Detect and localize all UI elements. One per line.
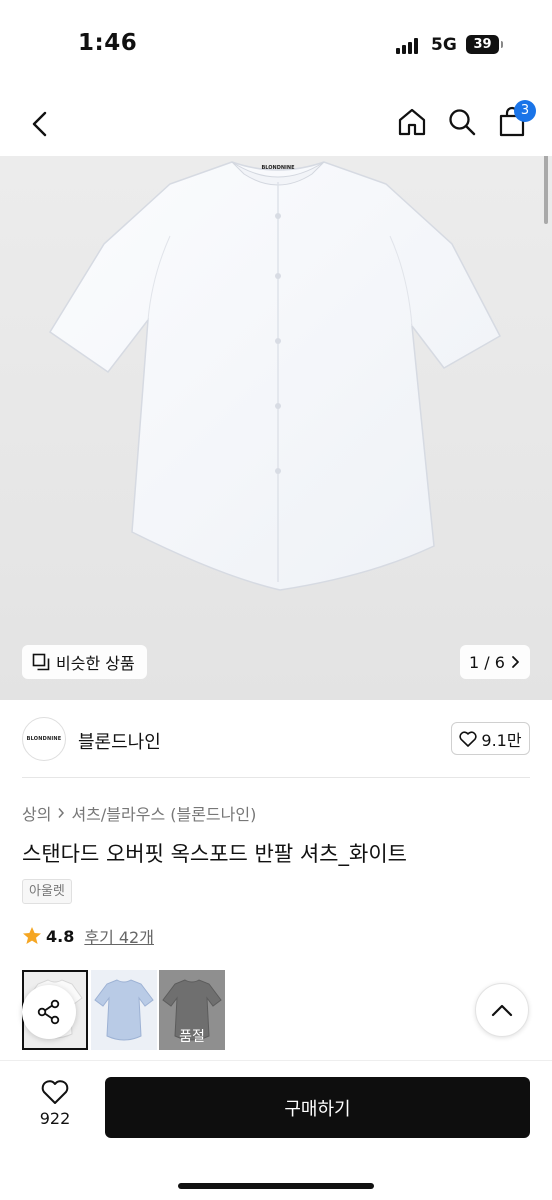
rating-summary: 4.8 후기 42개 <box>22 924 154 948</box>
brand-name[interactable]: 블론드나인 <box>78 728 161 754</box>
breadcrumb-category[interactable]: 상의 <box>22 801 51 825</box>
similar-items-icon <box>32 653 50 671</box>
star-icon <box>23 927 41 944</box>
status-time: 1:46 <box>78 30 138 56</box>
search-button[interactable] <box>442 102 482 142</box>
thumbnail-shirt-blue <box>94 979 154 1041</box>
heart-icon <box>459 730 478 747</box>
page-counter-text: 1 / 6 <box>469 652 505 672</box>
brand-like-button[interactable]: 9.1만 <box>451 722 530 755</box>
brand-logo[interactable]: BLONDNINE <box>22 717 66 761</box>
product-image-shirt: BLONDNINE <box>48 161 501 591</box>
cart-count-badge: 3 <box>514 100 536 122</box>
back-button[interactable] <box>22 104 58 144</box>
breadcrumb: 상의 셔츠/블라우스 (블론드나인) <box>22 801 256 825</box>
chevron-right-icon <box>58 808 65 818</box>
status-bar: 1:46 5G 39 <box>0 0 552 92</box>
scroll-indicator <box>544 156 548 224</box>
chevron-right-icon <box>512 656 519 668</box>
similar-products-button[interactable]: 비슷한 상품 <box>22 645 147 679</box>
home-indicator <box>178 1183 374 1189</box>
thumbnail-gray[interactable]: 품절 <box>159 970 225 1050</box>
sold-out-label: 품절 <box>179 1029 205 1045</box>
chevron-left-icon <box>32 111 47 137</box>
wishlist-button[interactable]: 922 <box>22 1079 88 1139</box>
share-icon <box>37 999 60 1025</box>
brand-row: BLONDNINE 블론드나인 9.1만 <box>0 700 552 778</box>
search-icon <box>449 109 476 136</box>
battery-tip <box>501 41 503 48</box>
breadcrumb-subcategory[interactable]: 셔츠/블라우스 (블론드나인) <box>71 801 256 825</box>
product-image-carousel[interactable]: BLONDNINE 비슷한 상품 1 / 6 <box>0 156 552 700</box>
section-divider <box>22 777 530 778</box>
product-title: 스탠다드 오버핏 옥스포드 반팔 셔츠_화이트 <box>22 842 407 866</box>
cart-button[interactable]: 3 <box>492 100 536 142</box>
rating-score: 4.8 <box>46 926 75 946</box>
share-button[interactable] <box>22 985 76 1039</box>
shirt-label-text: BLONDNINE <box>261 165 295 171</box>
similar-products-label: 비슷한 상품 <box>56 654 135 673</box>
thumbnail-light-blue[interactable] <box>91 970 157 1050</box>
top-navigation: 3 <box>0 92 552 156</box>
home-icon <box>398 108 426 136</box>
home-button[interactable] <box>392 102 432 142</box>
scroll-top-button[interactable] <box>475 983 529 1037</box>
wishlist-count: 922 <box>39 1109 71 1128</box>
chevron-up-icon <box>491 1004 513 1017</box>
bottom-action-bar: 922 구매하기 <box>0 1060 552 1200</box>
image-page-counter[interactable]: 1 / 6 <box>460 645 530 679</box>
buy-button[interactable]: 구매하기 <box>105 1077 530 1138</box>
heart-icon <box>41 1080 69 1104</box>
network-label: 5G <box>431 35 457 55</box>
brand-like-count: 9.1만 <box>481 730 522 750</box>
outlet-tag: 아울렛 <box>22 879 72 904</box>
battery-icon: 39 <box>466 35 499 54</box>
reviews-link[interactable]: 후기 42개 <box>84 924 154 948</box>
cellular-signal-icon <box>396 38 422 54</box>
